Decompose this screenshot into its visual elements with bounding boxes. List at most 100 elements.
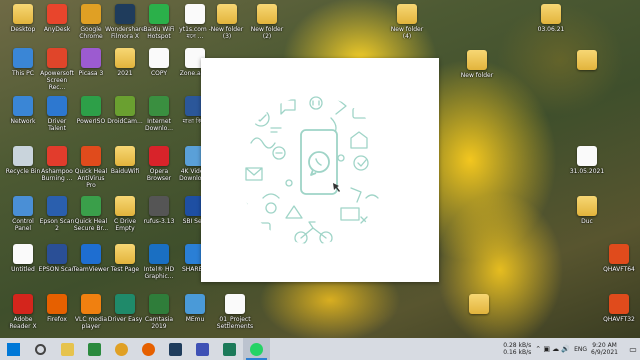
- taskbar-button[interactable]: [108, 338, 135, 360]
- desktop-icon[interactable]: Wondershare Filmora X: [105, 4, 145, 40]
- desktop-icon[interactable]: DroidCam...: [106, 96, 144, 125]
- desktop-icon[interactable]: This PC: [4, 48, 42, 77]
- desktop-icon[interactable]: EPSON Scan: [38, 244, 76, 273]
- desktop-icon[interactable]: rufus-3.13: [140, 196, 178, 225]
- qhavft64-icon: [609, 244, 629, 264]
- desktop-icon-label: Google Chrome: [79, 26, 103, 40]
- desktop-icon[interactable]: Firefox: [38, 294, 76, 323]
- anydesk-icon: [47, 4, 67, 24]
- folder-icon: [577, 50, 597, 70]
- camtasia-icon: [149, 294, 169, 314]
- desktop-icon[interactable]: New folder (4): [388, 4, 426, 40]
- desktop-icon[interactable]: Apowersoft Screen Rec...: [38, 48, 76, 91]
- recycle-bin-icon: [13, 146, 33, 166]
- desktop-icon[interactable]: QHAVFT64: [600, 244, 638, 273]
- taskbar-button[interactable]: [135, 338, 162, 360]
- desktop-icon[interactable]: [568, 50, 606, 72]
- clock-date: 6/9/2021: [591, 349, 618, 356]
- desktop-icon[interactable]: AnyDesk: [38, 4, 76, 33]
- desktop-icon[interactable]: Quick Heal AntiVirus Pro: [72, 146, 110, 189]
- media-player-icon: [196, 342, 209, 356]
- taskbar-button[interactable]: [81, 338, 108, 360]
- quickheal-secure-icon: [81, 196, 101, 216]
- desktop-icon-label: 31.05.2021: [569, 168, 605, 175]
- desktop-icon[interactable]: TeamViewer: [72, 244, 110, 273]
- epson-scan2-icon: [47, 196, 67, 216]
- desktop-icon[interactable]: Internet Downlo...: [140, 96, 178, 132]
- taskbar-button[interactable]: [243, 338, 270, 360]
- desktop-icon[interactable]: [460, 294, 498, 316]
- desktop-icon[interactable]: New folder (2): [248, 4, 286, 40]
- desktop-icon[interactable]: Control Panel: [4, 196, 42, 232]
- desktop-icon[interactable]: PowerISO: [72, 96, 110, 125]
- desktop-icon[interactable]: Duc: [568, 196, 606, 225]
- desktop-icon[interactable]: Desktop: [4, 4, 42, 33]
- music-file-icon: [185, 4, 205, 24]
- desktop-icon[interactable]: C Drive Empty: [106, 196, 144, 232]
- desktop-icon-label: Wondershare Filmora X: [105, 26, 145, 40]
- epson-scan-icon: [47, 244, 67, 264]
- desktop-icon[interactable]: VLC media player: [72, 294, 110, 330]
- desktop-icon[interactable]: Opera Browser: [140, 146, 178, 182]
- taskbar-button[interactable]: [189, 338, 216, 360]
- desktop-icon[interactable]: Baidu WiFi Hotspot: [140, 4, 178, 40]
- desktop-icon-label: Camtasia 2019: [144, 316, 174, 330]
- desktop-icon[interactable]: Test Page: [106, 244, 144, 273]
- desktop-icon[interactable]: MEmu: [176, 294, 214, 323]
- desktop-icon[interactable]: 03.06.21: [532, 4, 570, 33]
- desktop-icon[interactable]: BaiduWifi: [106, 146, 144, 175]
- desktop-icon[interactable]: Camtasia 2019: [140, 294, 178, 330]
- desktop-icon-label: 2021: [117, 70, 133, 77]
- desktop-icon[interactable]: Untitled: [4, 244, 42, 273]
- taskbar-button[interactable]: [27, 338, 54, 360]
- desktop-icon[interactable]: 2021: [106, 48, 144, 77]
- desktop-icon[interactable]: New folder: [458, 50, 496, 79]
- desktop-icon[interactable]: 31.05.2021: [568, 146, 606, 175]
- desktop-icon[interactable]: Recycle Bin: [4, 146, 42, 175]
- control-panel-icon: [13, 196, 33, 216]
- taskbar-button[interactable]: [216, 338, 243, 360]
- opera-icon: [149, 146, 169, 166]
- desktop-icon[interactable]: Network: [4, 96, 42, 125]
- desktop-icon-label: Untitled: [11, 266, 35, 273]
- tray-icons[interactable]: ⌃ ▣ ☁ 🔊: [535, 345, 570, 353]
- file-explorer-icon: [61, 342, 74, 356]
- idm-icon: [149, 96, 169, 116]
- desktop-icon[interactable]: Driver Talent: [38, 96, 76, 132]
- taskbar-button[interactable]: [0, 338, 27, 360]
- folder-icon: [469, 294, 489, 314]
- apowersoft-icon: [47, 48, 67, 68]
- vlc-icon: [81, 294, 101, 314]
- desktop-icon[interactable]: Quick Heal Secure Br...: [72, 196, 110, 232]
- whatsapp-icon: [250, 342, 263, 356]
- adobe-reader-icon: [13, 294, 33, 314]
- desktop-icon[interactable]: COPY: [140, 48, 178, 77]
- desktop-icon[interactable]: QHAVFT32: [600, 294, 638, 323]
- desktop-icon[interactable]: Intel® HD Graphic...: [140, 244, 178, 280]
- language-indicator[interactable]: ENG: [574, 346, 587, 353]
- folder-icon: [217, 4, 237, 24]
- folder-icon: [397, 4, 417, 24]
- clock[interactable]: 9:20 AM 6/9/2021: [591, 342, 618, 356]
- desktop-folder-icon: [13, 4, 33, 24]
- desktop-icon[interactable]: Driver Easy: [106, 294, 144, 323]
- upload-speed: 0.28 kB/s: [503, 342, 532, 349]
- desktop-icon-label: This PC: [12, 70, 34, 77]
- desktop-icon[interactable]: Picasa 3: [72, 48, 110, 77]
- taskbar-button[interactable]: [162, 338, 189, 360]
- notification-icon[interactable]: ▭: [626, 345, 640, 354]
- desktop-icon-label: Network: [10, 118, 36, 125]
- quickheal-icon: [81, 146, 101, 166]
- file-icon: [225, 294, 245, 314]
- desktop-icon[interactable]: New folder (3): [208, 4, 246, 40]
- taskbar-button[interactable]: [54, 338, 81, 360]
- desktop-icon[interactable]: 01_Project Settlements: [216, 294, 254, 330]
- download-speed: 0.16 kB/s: [503, 349, 532, 356]
- this-pc-icon: [13, 48, 33, 68]
- network-speed: 0.28 kB/s 0.16 kB/s: [503, 342, 531, 356]
- desktop-icon[interactable]: Adobe Reader X: [4, 294, 42, 330]
- chrome-icon: [115, 342, 128, 356]
- desktop-icon[interactable]: Epson Scan 2: [38, 196, 76, 232]
- baidu-wifi-icon: [149, 4, 169, 24]
- desktop-icon[interactable]: Ashampoo Burning ...: [38, 146, 76, 182]
